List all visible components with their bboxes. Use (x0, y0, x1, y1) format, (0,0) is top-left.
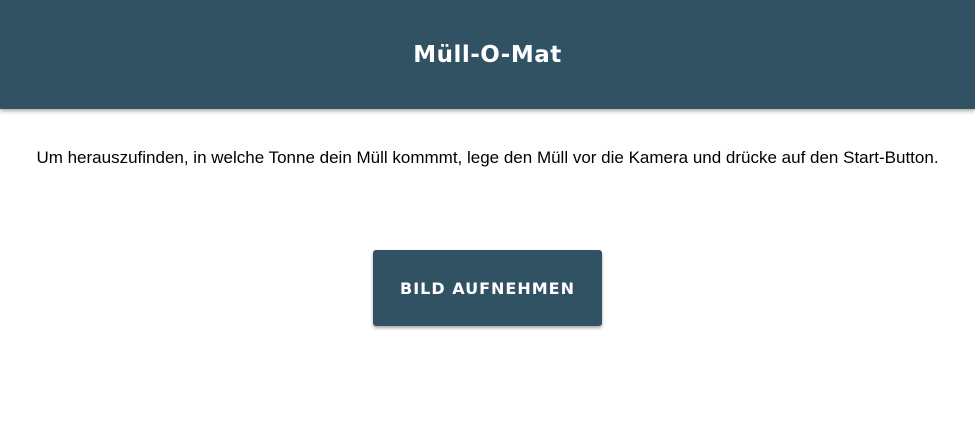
app-header: Müll-O-Mat (0, 0, 975, 109)
take-picture-button[interactable]: BILD AUFNEHMEN (373, 250, 602, 326)
instructions-text: Um herauszufinden, in welche Tonne dein … (36, 148, 939, 167)
take-picture-button-label: BILD AUFNEHMEN (400, 278, 575, 298)
app-title: Müll-O-Mat (413, 42, 562, 68)
